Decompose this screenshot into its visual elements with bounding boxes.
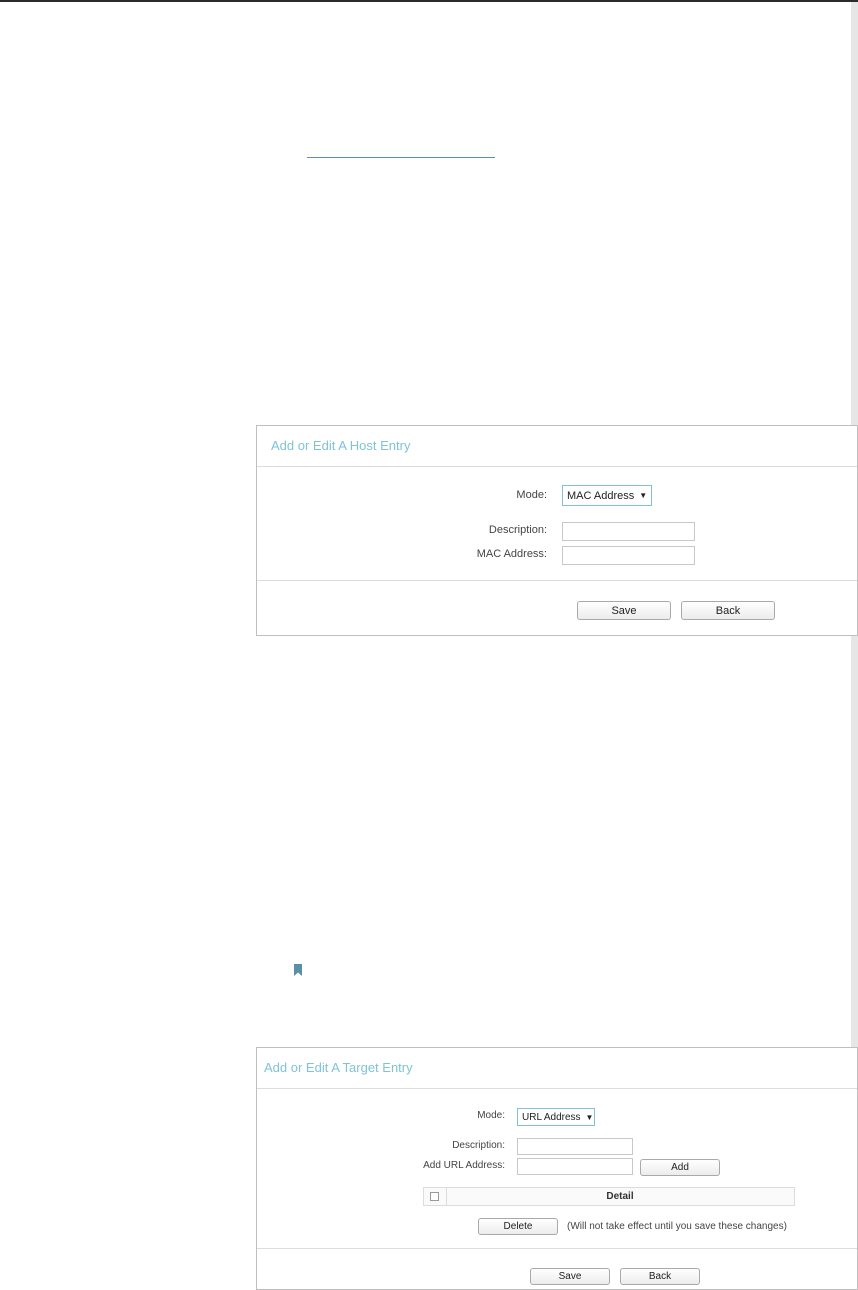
target-add-button[interactable]: Add [640, 1159, 720, 1176]
host-back-button[interactable]: Back [681, 601, 775, 620]
bookmark-icon [294, 964, 302, 976]
host-mac-input[interactable] [562, 546, 695, 565]
host-mode-select[interactable]: MAC Address ▼ [562, 485, 652, 506]
detail-column-header: Detail [606, 1191, 634, 1202]
target-description-label: Description: [452, 1140, 505, 1151]
host-entry-title: Add or Edit A Host Entry [257, 426, 857, 467]
host-mac-label: MAC Address: [476, 548, 547, 560]
target-description-input[interactable] [517, 1138, 633, 1155]
host-entry-footer: Save Back [257, 580, 857, 636]
target-entry-footer: Save Back [257, 1248, 857, 1290]
select-all-checkbox[interactable] [430, 1192, 439, 1201]
target-delete-button[interactable]: Delete [478, 1218, 558, 1235]
target-save-button[interactable]: Save [530, 1268, 610, 1285]
target-back-button[interactable]: Back [620, 1268, 700, 1285]
target-mode-select[interactable]: URL Address ▼ [517, 1108, 595, 1126]
target-url-input[interactable] [517, 1158, 633, 1175]
document-link-underline[interactable] [307, 157, 495, 158]
delete-note: (Will not take effect until you save the… [567, 1221, 787, 1232]
caret-down-icon: ▼ [585, 1112, 594, 1122]
host-mode-label: Mode: [516, 489, 547, 501]
host-entry-panel: Add or Edit A Host Entry Mode: MAC Addre… [256, 425, 858, 636]
caret-down-icon: ▼ [639, 491, 648, 500]
target-entry-panel: Add or Edit A Target Entry Mode: URL Add… [256, 1047, 858, 1290]
target-mode-value: URL Address [522, 1111, 581, 1123]
page-top-rule [0, 0, 858, 2]
host-save-button[interactable]: Save [577, 601, 671, 620]
host-mode-value: MAC Address [567, 489, 635, 502]
host-description-label: Description: [488, 524, 547, 536]
target-url-label: Add URL Address: [423, 1160, 505, 1171]
host-description-input[interactable] [562, 522, 695, 541]
detail-table-header: Detail [423, 1187, 795, 1206]
target-mode-label: Mode: [477, 1110, 505, 1121]
target-entry-title: Add or Edit A Target Entry [257, 1048, 857, 1089]
